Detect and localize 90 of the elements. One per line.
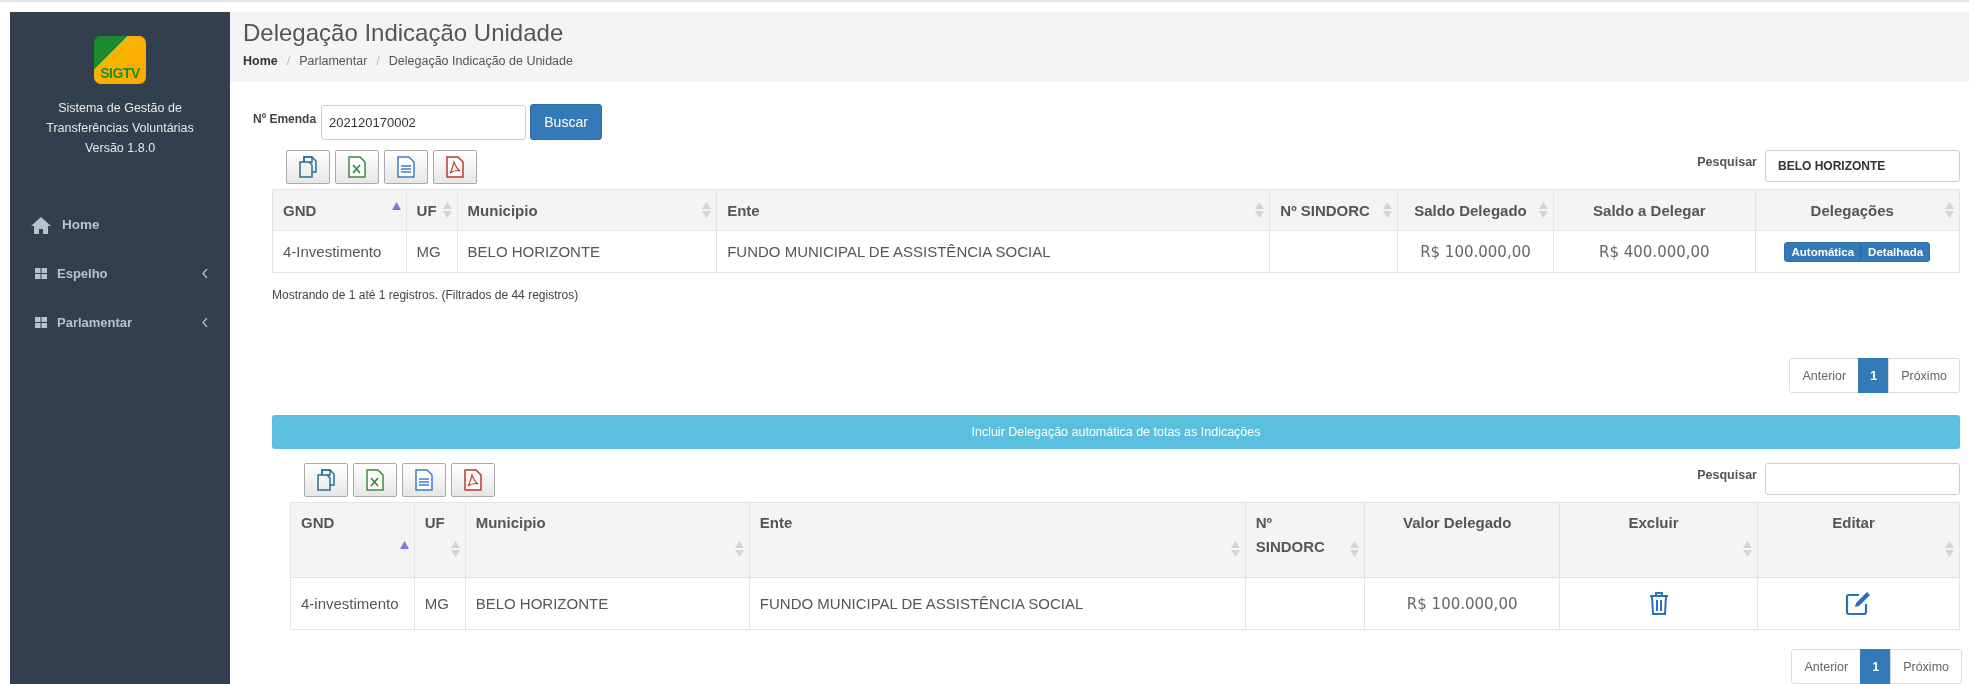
column-header[interactable]: Ente xyxy=(716,189,1270,231)
breadcrumb-item[interactable]: Home xyxy=(243,54,278,68)
spreadsheet-file-icon xyxy=(348,156,366,178)
breadcrumb-separator: / xyxy=(376,54,380,68)
export-button[interactable] xyxy=(451,463,495,497)
breadcrumb-separator: / xyxy=(286,54,291,68)
column-header[interactable]: Nº SINDORC xyxy=(1269,189,1398,231)
search-label: Pesquisar xyxy=(1697,155,1757,169)
sort-icon xyxy=(1539,202,1549,218)
home-icon xyxy=(30,215,52,234)
column-header[interactable]: UF xyxy=(414,502,466,578)
column-header[interactable]: Nº SINDORC xyxy=(1245,502,1365,578)
sort-icon xyxy=(734,541,744,557)
table-cell: R$ 100.000,00 xyxy=(1364,577,1560,630)
breadcrumb-item[interactable]: Parlamentar xyxy=(299,54,368,68)
table-cell: 4-Investimento xyxy=(272,230,407,273)
column-header[interactable]: Municipio xyxy=(457,189,717,231)
table-cell: BELO HORIZONTE xyxy=(465,577,750,630)
copy-icon xyxy=(298,156,318,178)
export-button[interactable] xyxy=(304,463,348,497)
delegation-button[interactable]: Detalhada xyxy=(1861,241,1931,262)
sort-icon xyxy=(1255,202,1265,218)
emenda-field[interactable]: 202120170002 xyxy=(321,104,527,140)
export-button[interactable] xyxy=(402,463,446,497)
grid-icon xyxy=(35,268,47,279)
table-cell: BELO HORIZONTE xyxy=(457,230,717,273)
sort-icon xyxy=(1382,202,1392,218)
column-header[interactable]: Editar xyxy=(1757,502,1960,578)
table-cell: MG xyxy=(414,577,466,630)
edit-icon[interactable] xyxy=(1844,591,1873,616)
column-header[interactable]: Saldo a Delegar xyxy=(1553,189,1756,231)
pagination-button[interactable]: 1 xyxy=(1858,358,1890,393)
table-cell: MG xyxy=(406,230,458,273)
sort-icon xyxy=(1230,541,1240,557)
sort-ascending-icon xyxy=(399,541,409,549)
copy-icon xyxy=(316,469,336,491)
pagination-button[interactable]: Anterior xyxy=(1789,358,1860,393)
column-header[interactable]: Saldo Delegado xyxy=(1397,189,1554,231)
search-field[interactable]: BELO HORIZONTE xyxy=(1765,150,1960,182)
document-icon xyxy=(415,469,433,491)
pagination-button[interactable]: Próximo xyxy=(1888,358,1960,393)
column-header[interactable]: GND xyxy=(290,502,415,578)
sort-icon xyxy=(702,202,712,218)
pagination-button[interactable]: Próximo xyxy=(1890,649,1962,684)
pagination-button[interactable]: 1 xyxy=(1860,649,1892,684)
table-cell: FUNDO MUNICIPAL DE ASSISTÊNCIA SOCIAL xyxy=(716,230,1270,273)
breadcrumb-item: Delegação Indicação de Unidade xyxy=(388,54,573,68)
column-header[interactable]: Valor Delegado xyxy=(1364,502,1560,578)
export-button[interactable] xyxy=(335,150,379,184)
sort-icon xyxy=(450,541,460,557)
column-header[interactable]: UF xyxy=(406,189,458,231)
pagination-button[interactable]: Anterior xyxy=(1791,649,1862,684)
page-title: Delegação Indicação Unidade xyxy=(243,18,565,48)
sort-ascending-icon xyxy=(391,202,401,210)
document-icon xyxy=(397,156,415,178)
column-header[interactable]: Excluir xyxy=(1559,502,1758,578)
column-header[interactable]: GND xyxy=(272,189,407,231)
table-cell: FUNDO MUNICIPAL DE ASSISTÊNCIA SOCIAL xyxy=(749,577,1246,630)
search-label: Pesquisar xyxy=(1697,468,1757,482)
sidebar-item[interactable]: Home xyxy=(10,200,230,249)
sort-icon xyxy=(442,202,452,218)
delete-icon[interactable] xyxy=(1648,591,1669,616)
pdf-file-icon xyxy=(464,469,482,491)
grid-icon xyxy=(35,317,47,328)
delegation-button[interactable]: Automática xyxy=(1784,241,1862,262)
sidebar-item[interactable]: Parlamentar xyxy=(10,298,230,347)
pdf-file-icon xyxy=(446,156,464,178)
export-button[interactable] xyxy=(286,150,330,184)
sort-icon xyxy=(1945,541,1954,557)
sort-icon xyxy=(1945,202,1954,218)
sort-icon xyxy=(1350,541,1360,557)
table-cell: 4-investimento xyxy=(290,577,415,630)
column-header[interactable]: Ente xyxy=(749,502,1246,578)
export-button[interactable] xyxy=(433,150,477,184)
column-header[interactable]: Delegações xyxy=(1755,189,1960,231)
table-cell: R$ 400.000,00 xyxy=(1553,230,1756,273)
column-header[interactable]: Municipio xyxy=(465,502,750,578)
sidebar-item[interactable]: Espelho xyxy=(10,249,230,298)
system-name: Sistema de Gestão de Transferências Voluntárias xyxy=(45,100,195,137)
search-button[interactable]: Buscar xyxy=(530,104,603,140)
version-label: Versão 1.8.0 xyxy=(84,140,156,157)
logo: SIGTV xyxy=(94,36,146,84)
records-info: Mostrando de 1 até 1 registros. (Filtrados de 44 registros) xyxy=(272,288,580,302)
sort-icon xyxy=(1743,541,1753,557)
export-button[interactable] xyxy=(384,150,428,184)
emenda-label: Nº Emenda xyxy=(253,112,317,126)
spreadsheet-file-icon xyxy=(366,469,384,491)
export-button[interactable] xyxy=(353,463,397,497)
table-cell: R$ 100.000,00 xyxy=(1397,230,1554,273)
search-field[interactable] xyxy=(1765,463,1960,495)
